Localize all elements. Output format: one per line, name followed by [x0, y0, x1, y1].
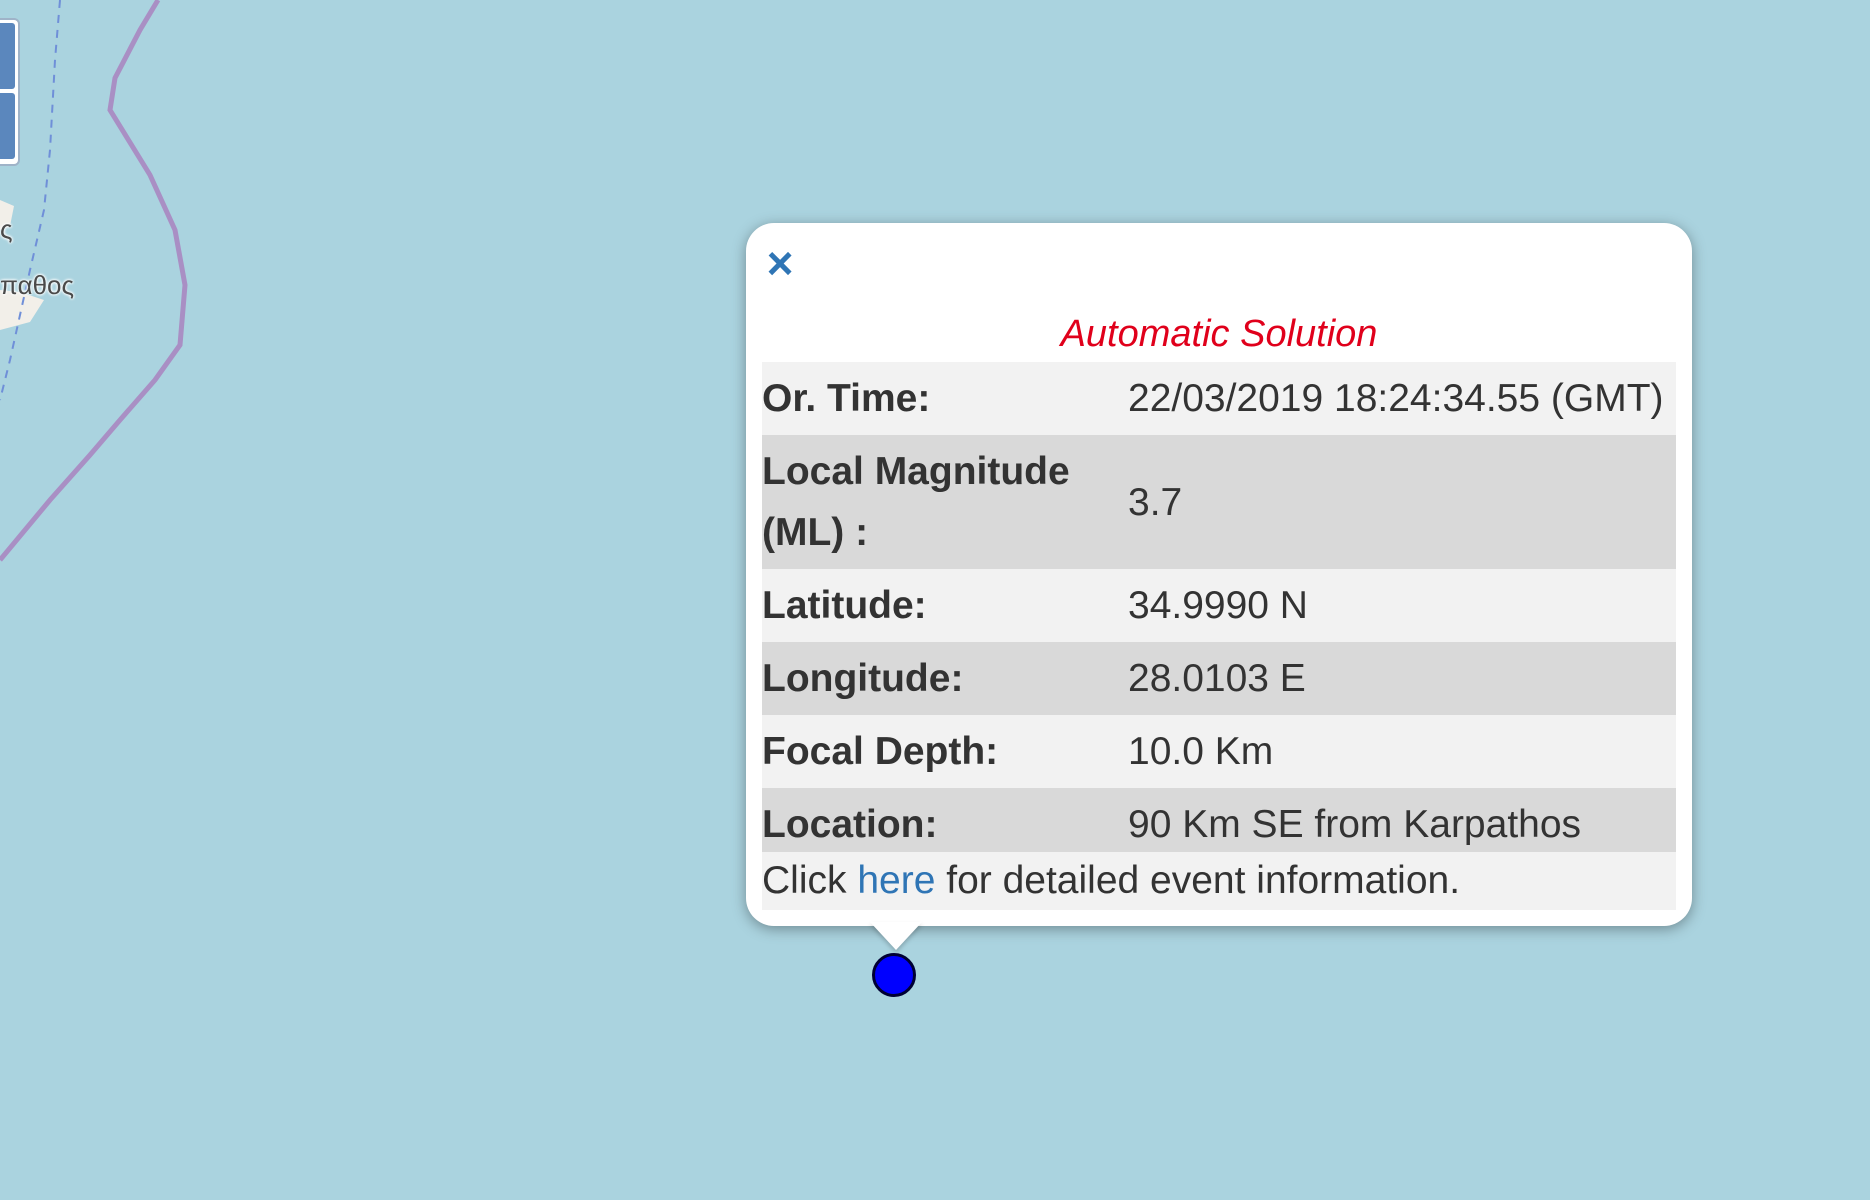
close-icon[interactable]: × — [760, 240, 800, 286]
table-row: Focal Depth: 10.0 Km — [762, 715, 1676, 788]
place-label: ς — [0, 214, 13, 244]
row-label: Latitude: — [762, 584, 927, 627]
map-canvas[interactable]: ς παθος × Automatic Solution Or. Time: 2… — [0, 0, 1870, 1200]
place-label-karpathos: παθος — [0, 270, 75, 300]
zoom-control — [0, 18, 20, 166]
row-label: Location: — [762, 803, 938, 846]
popup-tip — [870, 922, 922, 950]
zoom-out-button[interactable] — [0, 93, 15, 159]
table-row: Longitude: 28.0103 E — [762, 642, 1676, 715]
event-info-table: Or. Time: 22/03/2019 18:24:34.55 (GMT) L… — [762, 362, 1676, 861]
row-value: 90 Km SE from Karpathos — [1128, 803, 1582, 846]
table-row: Latitude: 34.9990 N — [762, 569, 1676, 642]
row-value: 10.0 Km — [1128, 730, 1274, 773]
details-link[interactable]: here — [857, 859, 935, 902]
row-value: 34.9990 N — [1128, 584, 1308, 627]
row-label: Focal Depth: — [762, 730, 999, 773]
popup-title: Automatic Solution — [1060, 313, 1378, 355]
details-line: Click here for detailed event informatio… — [762, 852, 1676, 910]
details-suffix: for detailed event information. — [935, 859, 1461, 902]
details-prefix: Click — [762, 859, 858, 902]
table-row: Local Magnitude (ML) : 3.7 — [762, 435, 1676, 569]
row-label: Local Magnitude (ML) : — [762, 450, 1070, 554]
row-label: Longitude: — [762, 657, 964, 700]
row-label: Or. Time: — [762, 377, 931, 420]
zoom-in-button[interactable] — [0, 23, 15, 89]
table-row: Location: 90 Km SE from Karpathos — [762, 788, 1676, 861]
earthquake-marker[interactable] — [872, 953, 916, 997]
table-row: Or. Time: 22/03/2019 18:24:34.55 (GMT) — [762, 362, 1676, 435]
row-value: 28.0103 E — [1128, 657, 1306, 700]
row-value: 22/03/2019 18:24:34.55 (GMT) — [1128, 377, 1664, 420]
row-value: 3.7 — [1128, 480, 1183, 524]
